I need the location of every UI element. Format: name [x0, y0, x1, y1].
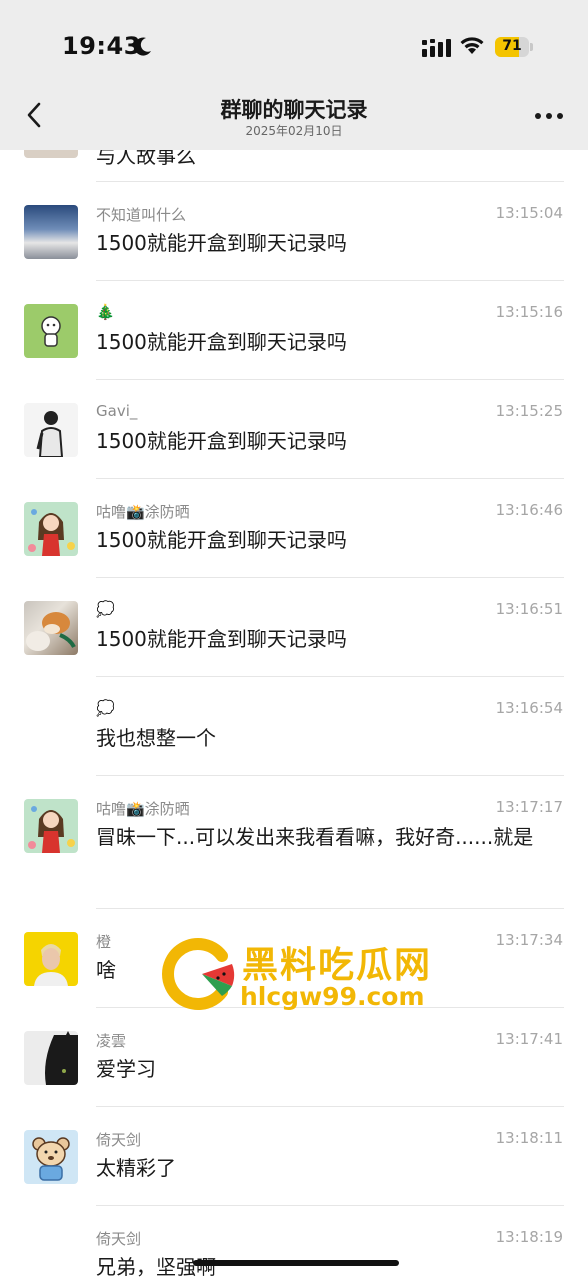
message-text: 1500就能开盒到聊天记录吗 [96, 528, 347, 552]
message-time: 13:17:34 [495, 931, 563, 949]
message-item[interactable]: 🎄 13:15:16 1500就能开盒到聊天记录吗 [0, 281, 588, 380]
message-time: 13:15:04 [495, 204, 563, 222]
portrait-icon [34, 944, 68, 986]
message-time: 13:18:11 [495, 1129, 563, 1147]
sender-name: 咕噜📸涂防晒 [96, 503, 190, 521]
message-text: 太精彩了 [96, 1156, 176, 1180]
message-text: 1500就能开盒到聊天记录吗 [96, 429, 347, 453]
yellow-portrait-avatar[interactable] [24, 932, 78, 986]
moon-icon [134, 37, 151, 56]
message-time: 13:17:17 [495, 798, 563, 816]
sender-name: Gavi_ [96, 402, 138, 420]
bw-person-avatar[interactable] [24, 403, 78, 457]
message-time: 13:16:46 [495, 501, 563, 519]
message-item[interactable]: 不知道叫什么 13:15:04 1500就能开盒到聊天记录吗 [0, 182, 588, 281]
more-options-icon[interactable] [534, 106, 564, 126]
sender-name: 倚天剑 [96, 1131, 142, 1149]
shiba-dog-avatar[interactable] [24, 601, 78, 655]
message-list[interactable]: 与人故事么 不知道叫什么 13:15:04 1500就能开盒到聊天记录吗 🎄 1… [0, 104, 588, 1280]
cartoon-girl-avatar[interactable] [24, 502, 78, 556]
clouds-avatar[interactable] [24, 205, 78, 259]
message-time: 13:18:19 [495, 1228, 563, 1246]
cartoon-green-avatar[interactable] [24, 304, 78, 358]
message-text: 1500就能开盒到聊天记录吗 [96, 330, 347, 354]
battery-indicator: 71 [495, 37, 535, 57]
cartoon-girl-icon [28, 806, 75, 853]
message-item[interactable]: 咕噜📸涂防晒 13:16:46 1500就能开盒到聊天记录吗 [0, 479, 588, 578]
sender-name: 倚天剑 [96, 1230, 142, 1248]
partial-message: 与人故事么 [0, 104, 588, 182]
sender-name: 凌雲 [96, 1032, 127, 1050]
wifi-icon [460, 37, 484, 54]
bear-icon [32, 1137, 70, 1181]
bear-avatar[interactable] [24, 1130, 78, 1184]
message-text: 我也想整一个 [96, 726, 216, 750]
message-item[interactable]: 💭 13:16:51 1500就能开盒到聊天记录吗 [0, 578, 588, 677]
watermark-logo: 黑料吃瓜网 hlcgw99.com [160, 930, 460, 1020]
sender-name: 橙 [96, 933, 112, 951]
message-time: 13:17:41 [495, 1030, 563, 1048]
battery-percent: 71 [502, 38, 522, 54]
sender-name: 💭 [96, 600, 115, 618]
sender-name: 咕噜📸涂防晒 [96, 800, 190, 818]
message-item[interactable]: 倚天剑 13:18:19 兄弟，坚强啊 [0, 1206, 588, 1280]
sender-name: 不知道叫什么 [96, 206, 187, 224]
message-time: 13:15:25 [495, 402, 563, 420]
cartoon-figure-icon [41, 316, 61, 347]
page-subtitle: 2025年02月10日 [245, 124, 343, 138]
person-silhouette-icon [36, 411, 64, 457]
message-item[interactable]: 咕噜📸涂防晒 13:17:17 冒昧一下...可以发出来我看看嘛，我好奇....… [0, 776, 588, 909]
page-title: 群聊的聊天记录 [220, 98, 368, 122]
top-bar: 19:43 71 群聊的聊天记录 2025年02月10日 [0, 0, 588, 150]
message-text: 兄弟，坚强啊 [96, 1255, 216, 1279]
home-indicator[interactable] [193, 1260, 399, 1266]
message-time: 13:16:54 [495, 699, 563, 717]
status-bar: 19:43 71 [0, 0, 588, 90]
black-cat-avatar[interactable] [24, 1031, 78, 1085]
sender-name: 🎄 [96, 303, 115, 321]
watermark-text: 黑料吃瓜网 [242, 945, 433, 986]
cartoon-girl-icon [28, 509, 75, 556]
message-item[interactable]: 💭 13:16:54 我也想整一个 [0, 677, 588, 776]
cat-icon [45, 1031, 78, 1085]
message-time: 13:16:51 [495, 600, 563, 618]
nav-bar: 群聊的聊天记录 2025年02月10日 [0, 90, 588, 150]
message-time: 13:15:16 [495, 303, 563, 321]
cartoon-girl-avatar[interactable] [24, 799, 78, 853]
message-text: 1500就能开盒到聊天记录吗 [96, 627, 347, 651]
sender-name: 💭 [96, 699, 115, 717]
message-item[interactable]: 凌雲 13:17:41 爱学习 [0, 1008, 588, 1107]
message-text: 爱学习 [96, 1057, 156, 1081]
dog-icon [26, 612, 76, 651]
message-item[interactable]: Gavi_ 13:15:25 1500就能开盒到聊天记录吗 [0, 380, 588, 479]
watermark-url: hlcgw99.com [240, 982, 425, 1011]
signal-icon [422, 39, 451, 57]
message-text: 1500就能开盒到聊天记录吗 [96, 231, 347, 255]
message-text: 冒昧一下...可以发出来我看看嘛，我好奇......就是 [96, 825, 534, 849]
status-time: 19:43 [62, 32, 141, 60]
watermark-c-icon [162, 938, 235, 1010]
message-item[interactable]: 倚天剑 13:18:11 太精彩了 [0, 1107, 588, 1206]
